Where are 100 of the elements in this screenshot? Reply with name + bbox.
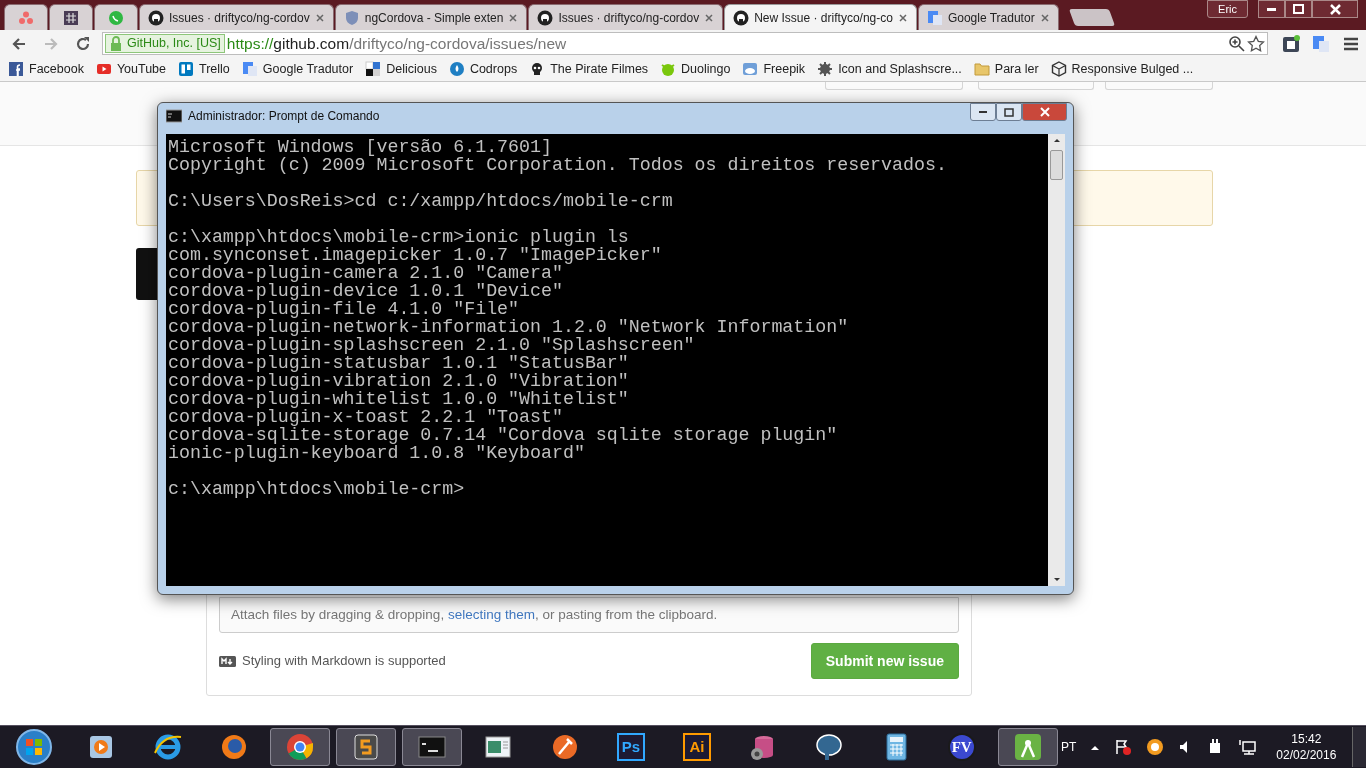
zoom-icon [1228, 35, 1245, 52]
browser-tab[interactable]: Issues · driftyco/ng-cordov [528, 4, 724, 30]
cube-icon [1050, 61, 1067, 77]
chat-icon [108, 9, 124, 26]
console-line: cordova-plugin-camera 2.1.0 "Camera" [168, 264, 563, 282]
extension-icon [1282, 34, 1300, 53]
scrollbar-thumb[interactable] [1050, 150, 1063, 180]
console-line: cordova-plugin-statusbar 1.0.1 "StatusBar" [168, 354, 629, 372]
address-bar[interactable]: GitHub, Inc. [US] https://github.com/driftyco/ng-cordova/issues/new [102, 32, 1268, 55]
scrollbar[interactable] [1048, 134, 1065, 586]
bookmark-link[interactable]: The Pirate Filmes [529, 59, 649, 79]
window-title: Administrador: Prompt de Comando [188, 108, 380, 125]
markdown-note: Styling with Markdown is supported [242, 652, 446, 671]
network-icon [1238, 738, 1257, 756]
translate-icon [241, 61, 258, 77]
console-line: cordova-plugin-splashscreen 2.1.0 "Splashscreen" [168, 336, 696, 354]
taskbar-button[interactable]: Ai [666, 728, 728, 766]
console-line: ionic-plugin-keyboard 1.0.8 "Keyboard" [168, 444, 586, 462]
console-line: cordova-sqlite-storage 0.7.14 "Cordova sqlite storage plugin" [168, 426, 839, 444]
maximize-icon [1293, 4, 1304, 14]
console-line: cordova-plugin-network-information 1.2.0 "Network Information" [168, 318, 850, 336]
taskbar-button[interactable]: Ps [600, 728, 661, 766]
tray-expand-icon [1090, 743, 1101, 751]
browser-tab[interactable] [4, 4, 48, 30]
language-indicator[interactable]: PT [1061, 738, 1077, 756]
browser-tab[interactable]: Google Tradutor [917, 4, 1059, 30]
console-line: cordova-plugin-device 1.0.1 "Device" [168, 282, 564, 300]
maximize-button[interactable] [1285, 0, 1312, 18]
dots-icon [18, 9, 34, 26]
console-line: Microsoft Windows [versão 6.1.7601] [168, 138, 552, 156]
star-icon [1247, 35, 1265, 52]
squares-icon [365, 61, 382, 77]
translate-icon [926, 9, 943, 26]
bookmark-link[interactable]: Facebook [8, 59, 84, 79]
browser-tab[interactable] [94, 4, 138, 30]
cat-icon [733, 9, 750, 26]
browser-tab[interactable]: ngCordova - Simple exten [334, 4, 528, 30]
console-line: c:\xampp\htdocs\mobile-crm> [168, 480, 466, 498]
reload-icon [74, 34, 92, 53]
scroll-up-icon [1053, 138, 1060, 142]
bookmark-link[interactable]: Trello [178, 59, 230, 79]
bookmark-link[interactable]: Para ler [973, 59, 1039, 79]
bookmark-link[interactable]: Responsive Bulged ... [1050, 59, 1194, 79]
close-icon [1329, 3, 1341, 15]
cloud-icon [742, 61, 759, 77]
bookmark-link[interactable]: YouTube [95, 59, 167, 79]
attach-hint: Attach files by dragging & dropping, selecting them, or pasting from the clipboard. [231, 605, 718, 624]
attach-field[interactable]: Attach files by dragging & dropping, selecting them, or pasting from the clipboard. [219, 597, 959, 633]
gear-icon [817, 61, 834, 77]
close-icon [508, 12, 519, 23]
console-line: cordova-plugin-x-toast 2.2.1 "Toast" [168, 408, 564, 426]
show-desktop-button[interactable] [1352, 727, 1366, 767]
bookmark-link[interactable]: Google Tradutor [241, 59, 354, 79]
close-button[interactable] [1312, 0, 1358, 18]
maximize-icon [1004, 107, 1014, 117]
taskbar-button[interactable] [269, 728, 331, 766]
bookmark-link[interactable]: Freepik [742, 59, 806, 79]
browser-tab[interactable] [49, 4, 93, 30]
console-line: cordova-plugin-vibration 2.1.0 "Vibration" [168, 372, 630, 390]
close-icon [314, 12, 325, 23]
translate-icon [1312, 34, 1330, 53]
app-icon: Ai [683, 733, 711, 761]
play-icon [95, 61, 112, 77]
select-files-link[interactable]: selecting them [447, 606, 535, 622]
folder-icon [973, 61, 990, 77]
bookmark-link[interactable]: Icon and Splashscre... [817, 59, 962, 79]
taskbar-button[interactable] [997, 728, 1058, 766]
minimize-button[interactable] [1258, 0, 1285, 18]
security-badge: GitHub, Inc. [US] [105, 34, 225, 53]
console-line: com.synconset.imagepicker 1.0.7 "ImagePicker" [168, 246, 663, 264]
close-icon [897, 12, 908, 23]
scroll-down-icon [1053, 578, 1060, 582]
markdown-icon [219, 654, 236, 668]
board-icon [178, 61, 195, 77]
flag-icon [1114, 738, 1133, 756]
bookmark-link[interactable]: Codrops [448, 59, 518, 79]
sync-icon [1146, 738, 1165, 756]
close-icon [704, 12, 715, 23]
close-icon [1039, 107, 1050, 117]
bookmark-link[interactable]: Delicious [365, 59, 437, 79]
console-icon [166, 109, 182, 123]
minimize-button[interactable] [970, 103, 996, 121]
taskbar-button[interactable]: FV [931, 728, 992, 766]
close-icon [1039, 12, 1050, 23]
console-line: cordova-plugin-file 4.1.0 "File" [168, 300, 520, 318]
maximize-button[interactable] [996, 103, 1022, 121]
bookmark-link[interactable]: Duolingo [660, 59, 731, 79]
new-tab-button[interactable] [1068, 9, 1115, 26]
browser-tab[interactable]: Issues · driftyco/ng-cordov [139, 4, 334, 30]
windows-logo-icon [15, 728, 54, 766]
lock-icon [109, 35, 123, 52]
star-button[interactable] [978, 82, 1094, 90]
clock[interactable]: 15:42 02/02/2016 [1270, 731, 1343, 763]
cat-icon [537, 9, 554, 26]
minimize-icon [1267, 7, 1276, 11]
console-line: cordova-plugin-whitelist 1.0.0 "Whitelist" [168, 390, 630, 408]
profile-button[interactable]: Eric [1207, 0, 1248, 18]
facebook-icon [8, 61, 24, 77]
browser-tab[interactable]: New Issue · driftyco/ng-co [724, 4, 917, 30]
drop-icon [448, 61, 465, 77]
